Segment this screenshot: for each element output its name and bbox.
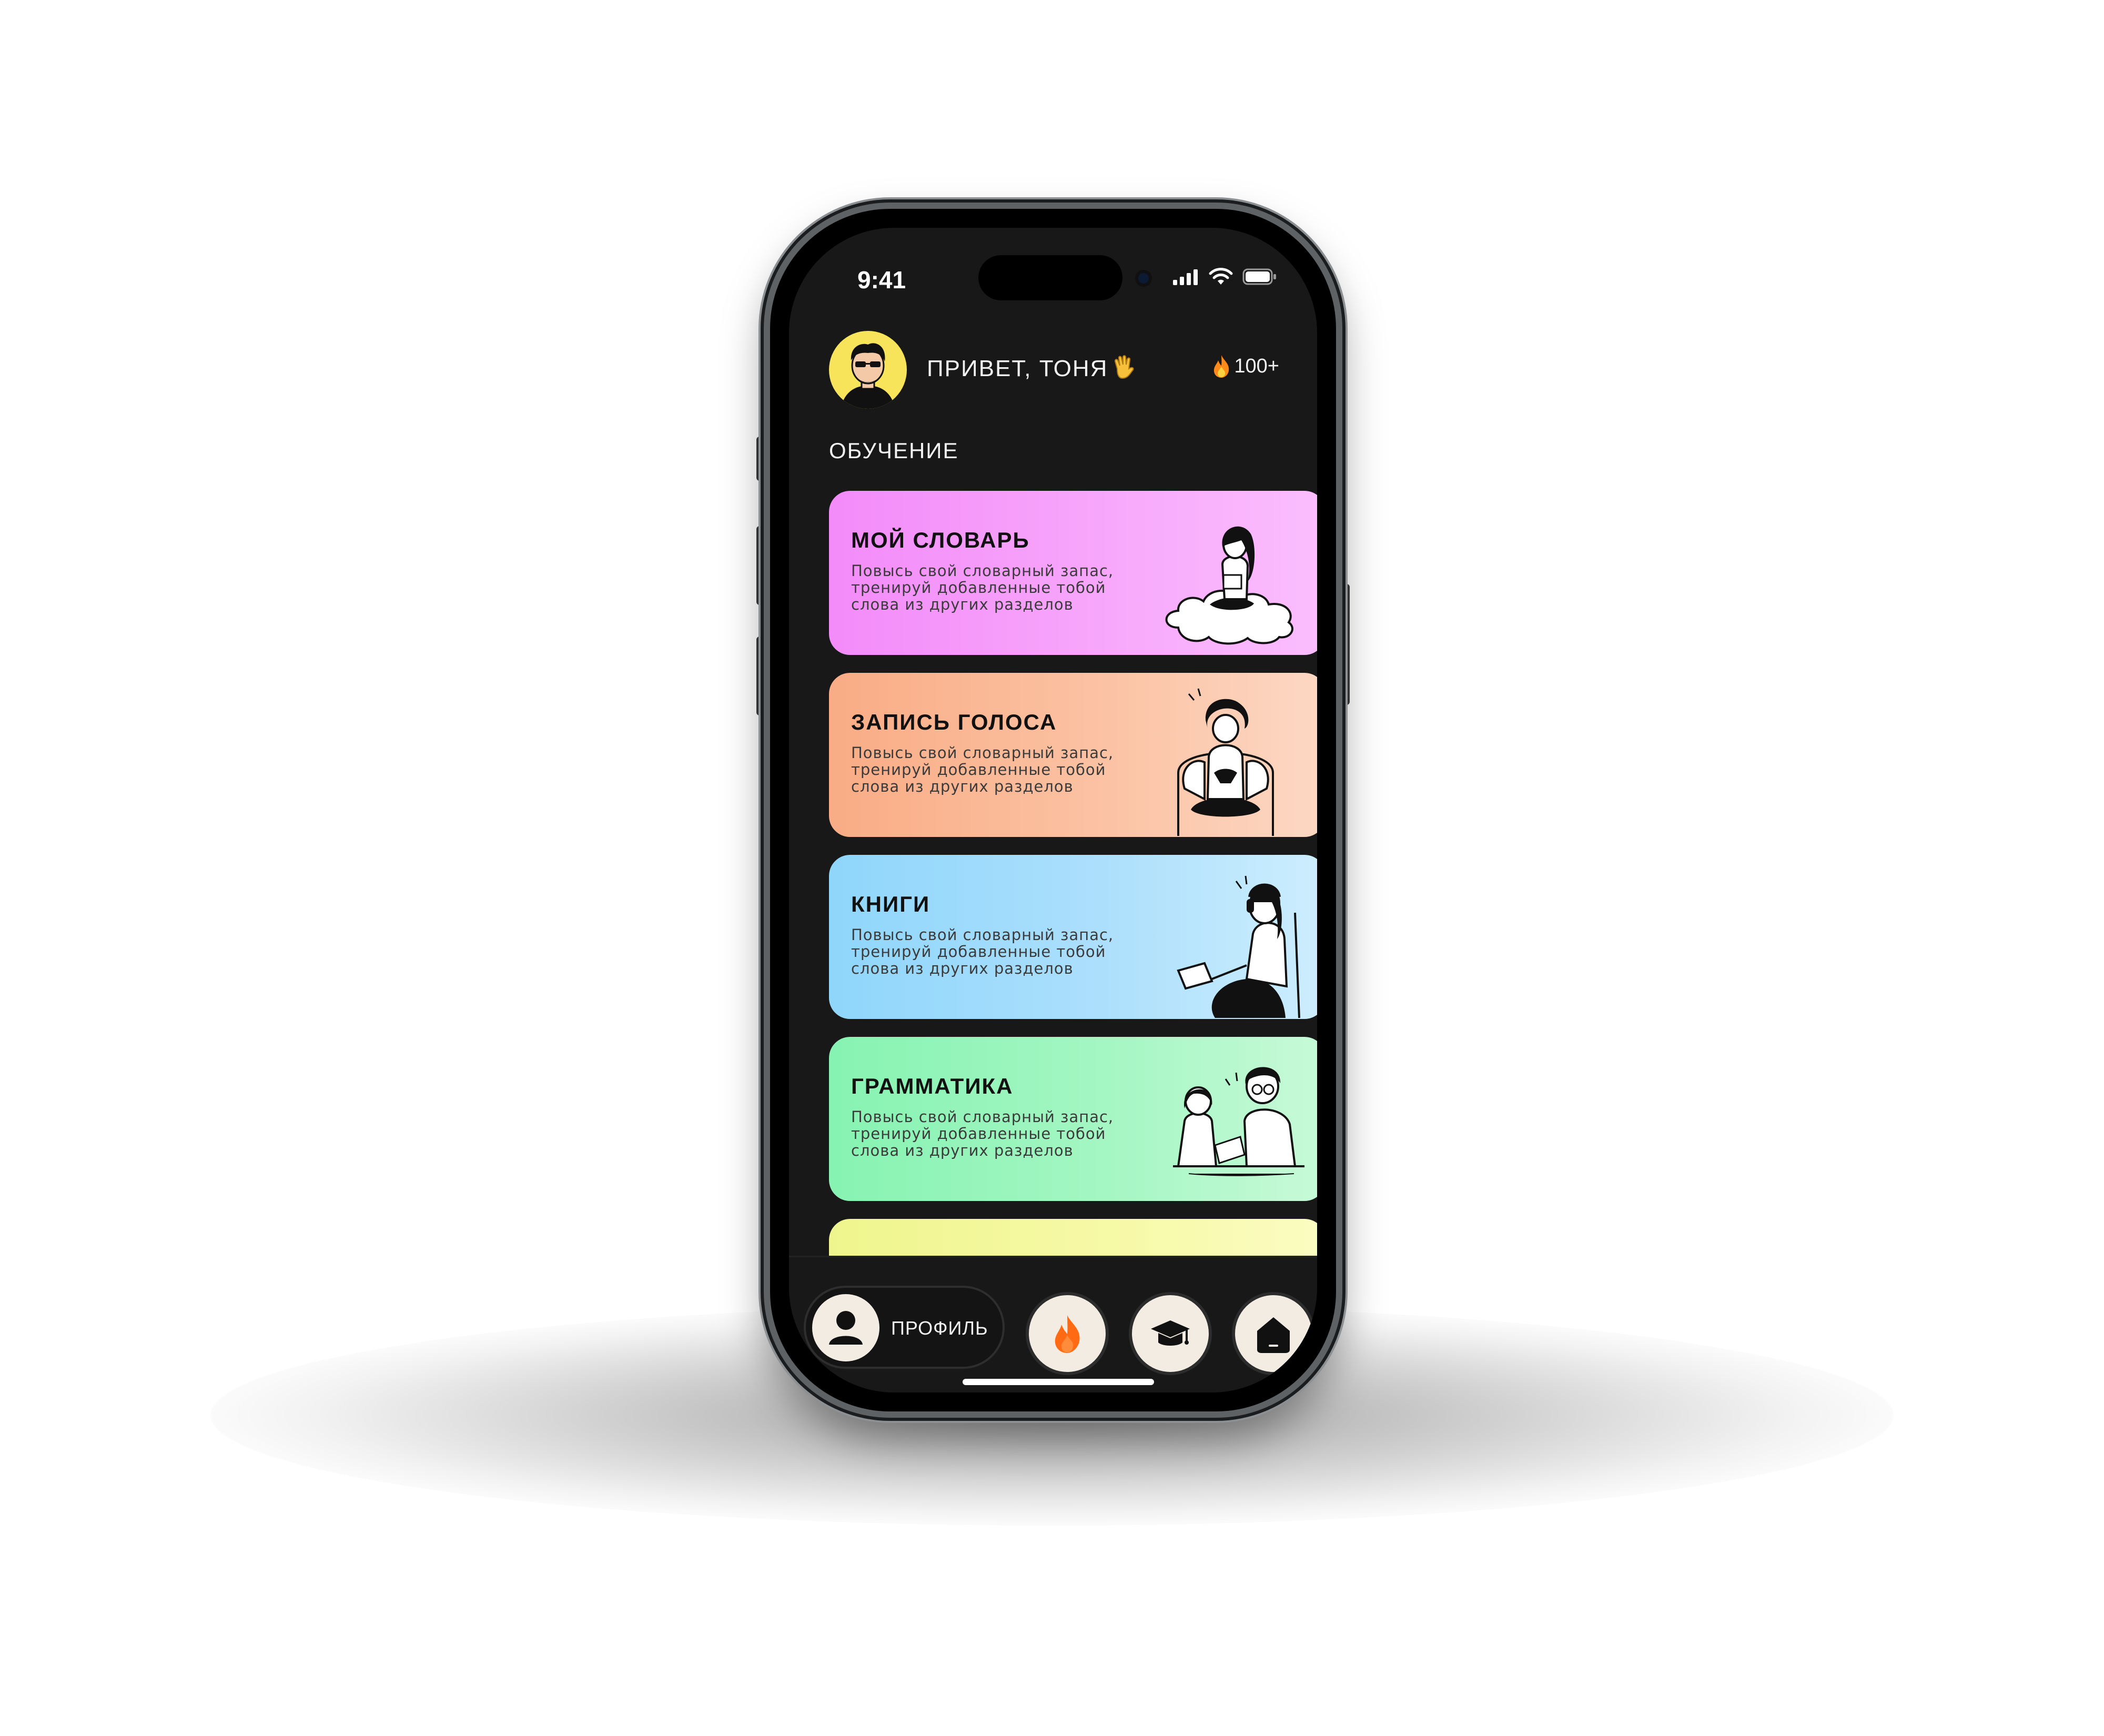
bottom-navigation: ПРОФИЛЬ <box>789 1256 1317 1392</box>
fire-icon <box>1055 1315 1080 1353</box>
avatar[interactable] <box>829 331 907 409</box>
home-icon <box>1257 1317 1290 1353</box>
wifi-icon <box>1209 268 1233 285</box>
card-books[interactable]: КНИГИ Повысь свой словарный запас, трени… <box>829 855 1317 1019</box>
avatar-illustration <box>841 343 895 409</box>
card-description: Повысь свой словарный запас, тренируй до… <box>851 744 1114 795</box>
status-icons <box>1173 268 1277 286</box>
fire-icon <box>1214 355 1229 378</box>
girl-reading-on-cloud-illustration <box>1165 526 1293 645</box>
card-grammar[interactable]: ГРАММАТИКА Повысь свой словарный запас, … <box>829 1037 1317 1201</box>
graduation-cap-icon <box>1151 1320 1190 1346</box>
nav-home-button[interactable] <box>1232 1292 1315 1375</box>
status-time: 9:41 <box>857 266 906 294</box>
battery-icon <box>1242 268 1276 285</box>
student-and-teacher-illustration <box>1173 1067 1304 1176</box>
card-description: Повысь свой словарный запас, тренируй до… <box>851 926 1114 977</box>
home-indicator[interactable] <box>963 1379 1154 1385</box>
dynamic-island <box>978 255 1122 300</box>
waving-hand-icon <box>1114 355 1134 379</box>
camera-indicator-icon <box>1135 270 1152 287</box>
card-title: ГРАММАТИКА <box>851 1074 1014 1098</box>
nav-profile-label: ПРОФИЛЬ <box>891 1317 988 1339</box>
signal-icon <box>1173 269 1198 285</box>
streak-count: 100+ <box>1234 355 1279 377</box>
card-my-dictionary[interactable]: МОЙ СЛОВАРЬ Повысь свой словарный запас,… <box>829 491 1317 655</box>
power-button <box>1341 584 1350 705</box>
card-description: Повысь свой словарный запас, тренируй до… <box>851 562 1114 613</box>
user-icon <box>812 1294 879 1361</box>
girl-listening-with-book-illustration <box>1177 875 1300 1018</box>
nav-fire-button[interactable] <box>1026 1292 1109 1375</box>
card-description: Повысь свой словарный запас, тренируй до… <box>851 1108 1114 1159</box>
nav-learning-button[interactable] <box>1129 1292 1212 1375</box>
card-title: КНИГИ <box>851 892 930 916</box>
greeting-text: ПРИВЕТ, ТОНЯ <box>927 356 1108 381</box>
section-title: ОБУЧЕНИЕ <box>829 438 959 463</box>
streak-counter[interactable]: 100+ <box>1211 354 1279 378</box>
card-title: ЗАПИСЬ ГОЛОСА <box>851 710 1057 734</box>
card-voice-recording[interactable]: ЗАПИСЬ ГОЛОСА Повысь свой словарный запа… <box>829 673 1317 837</box>
girl-in-armchair-illustration <box>1177 688 1274 836</box>
nav-profile-button[interactable]: ПРОФИЛЬ <box>804 1286 1005 1369</box>
phone-frame: 9:41 ПРИВЕТ, ТОНЯ 100+ ОБУЧЕНИЕ МОЙ СЛОВ… <box>764 203 1342 1418</box>
card-title: МОЙ СЛОВАРЬ <box>851 528 1030 552</box>
app-screen: 9:41 ПРИВЕТ, ТОНЯ 100+ ОБУЧЕНИЕ МОЙ СЛОВ… <box>789 228 1317 1392</box>
